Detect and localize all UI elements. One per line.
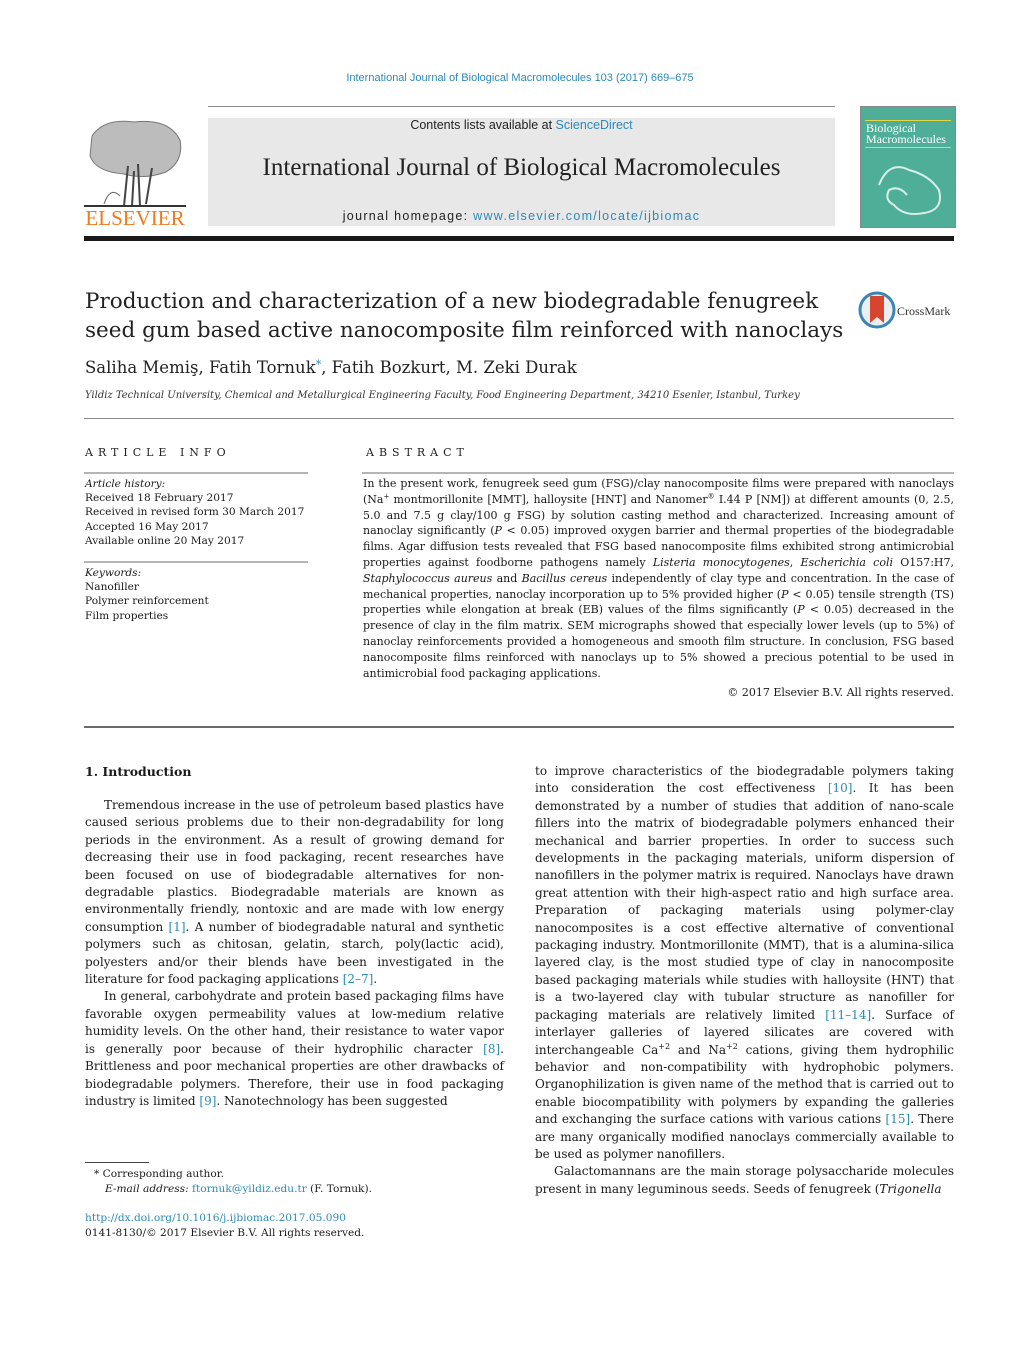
text-run: Tremendous increase in the use of petrol… [85,798,504,934]
text-run: E-mail address: [105,1183,189,1195]
keyword: Nanofiller [85,581,139,594]
text-run: Staphylococcus aureus [363,571,493,585]
header-divider [208,106,835,107]
protein-structure-icon [878,166,941,215]
issn-line: 0141-8130/© 2017 Elsevier B.V. All right… [85,1227,365,1239]
homepage-link[interactable]: www.elsevier.com/locate/ijbiomac [473,209,700,223]
text-run: Saliha Memiş, Fatih Tornuk [85,358,316,377]
paragraph: to improve characteristics of the biodeg… [535,763,954,1163]
paragraph: Galactomannans are the main storage poly… [535,1163,954,1198]
text-run: ® [707,492,715,501]
text-run: journal homepage: [342,209,474,223]
text-run: P [494,524,502,538]
text-run: . [373,972,378,987]
homepage-line: journal homepage: www.elsevier.com/locat… [208,209,835,223]
reference-link[interactable]: [10] [828,781,853,795]
history-label: Article history: [85,478,166,490]
body-divider [84,726,954,728]
keyword: Polymer reinforcement [85,595,209,608]
article-history: Article history: Received 18 February 20… [85,477,304,548]
reference-link[interactable]: [8] [483,1042,500,1056]
text-run: montmorillonite [MMT], halloysite [HNT] … [389,492,708,506]
journal-cover-image[interactable]: Biological Macromolecules [860,106,956,228]
text-run: Escherichia coli [800,555,893,569]
text-run: and Na [670,1042,726,1057]
text-run: . Nanotechnology has been suggested [216,1093,448,1108]
sciencedirect-link[interactable]: ScienceDirect [556,118,633,132]
journal-name: International Journal of Biological Macr… [262,154,781,181]
keywords-label: Keywords: [85,567,142,579]
text-run: P [797,603,805,617]
paragraph: In general, carbohydrate and protein bas… [85,988,504,1110]
doi-link[interactable]: http://dx.doi.org/10.1016/j.ijbiomac.201… [85,1211,364,1226]
affiliation-divider [84,418,954,419]
journal-citation[interactable]: International Journal of Biological Macr… [0,72,1020,84]
text-run: Corresponding author. [99,1168,224,1180]
text-run: Listeria monocytogenes [652,555,790,569]
reference-link[interactable]: [15] [886,1112,911,1126]
text-run: and [492,571,522,585]
cover-rule [865,147,951,148]
text-run: +2 [658,1041,671,1051]
text-run: . It has been demonstrated by a number o… [535,781,954,1022]
email-link[interactable]: ftornuk@yildiz.edu.tr [192,1183,307,1195]
affiliation: Yildiz Technical University, Chemical an… [85,390,800,401]
article-title: Production and characterization of a new… [85,289,844,343]
crossmark-label[interactable]: CrossMark [897,304,950,319]
abstract-divider [362,472,954,474]
abstract-heading: ABSTRACT [366,446,469,459]
keywords-divider [84,561,308,563]
reference-link[interactable]: [9] [199,1094,216,1108]
contents-line: Contents lists available at ScienceDirec… [208,118,835,132]
abstract-text: In the present work, fenugreek seed gum … [363,476,954,681]
body-column-right: to improve characteristics of the biodeg… [535,763,954,1198]
history-revised: Received in revised form 30 March 2017 [85,506,305,519]
author-list: Saliha Memiş, Fatih Tornuk*, Fatih Bozku… [85,358,577,377]
text-run: In general, carbohydrate and protein bas… [85,989,504,1056]
text-run: Trigonella [879,1181,942,1196]
article-info-divider [84,472,308,474]
history-accepted: Accepted 16 May 2017 [85,520,209,533]
history-online: Available online 20 May 2017 [85,534,245,547]
text-run: O157:H7, [893,555,955,569]
journal-masthead: Contents lists available at ScienceDirec… [208,118,835,226]
section-heading-introduction: 1. Introduction [85,764,192,779]
abstract-copyright: © 2017 Elsevier B.V. All rights reserved… [727,686,954,699]
keywords: Keywords: Nanofiller Polymer reinforceme… [85,566,209,623]
text-run: , [789,555,801,569]
text-run: +2 [726,1041,738,1051]
doi-block: http://dx.doi.org/10.1016/j.ijbiomac.201… [85,1211,364,1241]
text-run: Bacillus cereus [521,571,608,585]
article-info-heading: ARTICLE INFO [85,446,231,459]
keyword: Film properties [85,609,169,622]
text-run: Contents lists available at [410,118,556,132]
masthead-divider [84,236,954,241]
history-received: Received 18 February 2017 [85,492,234,505]
reference-link[interactable]: [1] [169,920,186,934]
reference-link[interactable]: [11–14] [825,1008,871,1022]
footnote-divider [85,1162,149,1163]
body-column-left: Tremendous increase in the use of petrol… [85,797,504,1110]
cover-title: Biological Macromolecules [866,121,946,146]
paragraph: Tremendous increase in the use of petrol… [85,797,504,988]
footnote: * Corresponding author. E-mail address: … [85,1167,372,1197]
text-run: , Fatih Bozkurt, M. Zeki Durak [321,358,577,377]
reference-link[interactable]: [2–7] [343,972,374,986]
text-run: (F. Tornuk). [306,1183,372,1195]
elsevier-wordmark[interactable]: ELSEVIER [84,206,186,231]
